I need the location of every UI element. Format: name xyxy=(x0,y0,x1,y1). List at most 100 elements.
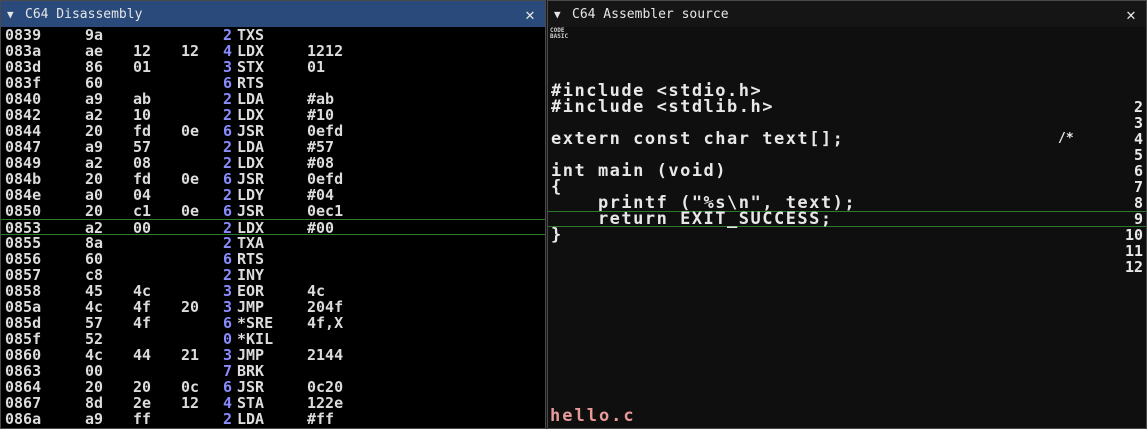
disassembly-titlebar[interactable]: ▼ C64 Disassembly ✕ xyxy=(1,1,545,27)
byte-2: fd xyxy=(133,122,152,140)
byte-2: ab xyxy=(133,90,152,108)
byte-1: 57 xyxy=(85,314,104,332)
operand: #57 xyxy=(307,138,335,156)
byte-1: a9 xyxy=(85,410,104,428)
source-line[interactable]: int main (void) 6 xyxy=(548,161,1146,181)
cycle-count: 2 xyxy=(223,90,233,108)
line-number: 8 xyxy=(1133,194,1143,212)
source-line[interactable]: 11 xyxy=(548,243,1146,259)
byte-2: 4f xyxy=(133,314,152,332)
address: 0847 xyxy=(5,138,42,156)
disassembly-row[interactable]: 0864 20 20 0c 6 JSR 0c20 xyxy=(1,379,545,395)
line-number: 3 xyxy=(1133,114,1143,132)
byte-3: 12 xyxy=(181,394,200,412)
mnemonic: EOR xyxy=(237,282,265,300)
source-line[interactable]: } 10 xyxy=(548,225,1146,245)
address: 0856 xyxy=(5,250,42,268)
disassembly-row[interactable]: 085f 52 0 *KIL xyxy=(1,331,545,347)
mnemonic: TXA xyxy=(237,234,265,252)
byte-2: ff xyxy=(133,410,152,428)
disassembly-row[interactable]: 0863 00 7 BRK xyxy=(1,363,545,379)
byte-1: 9a xyxy=(85,27,104,44)
mnemonic: RTS xyxy=(237,250,265,268)
disassembly-window: ▼ C64 Disassembly ✕ 0839 9a 2 TXS 083a ae 12 12… xyxy=(0,0,546,429)
disassembly-listing[interactable]: 0839 9a 2 TXS 083a ae 12 12 4 LDX 1212 083d 86 01 3 STX… xyxy=(1,27,545,428)
source-line-text: int main (void) xyxy=(551,161,728,181)
source-editor[interactable]: CODE BASIC hello.c #include <stdio.h> #in… xyxy=(548,27,1146,428)
disassembly-row-selected[interactable]: 0853 a2 00 2 LDX #00 xyxy=(1,219,545,236)
disassembly-row[interactable]: 0860 4c 44 21 3 JMP 2144 xyxy=(1,347,545,363)
disassembly-row[interactable]: 0850 20 c1 0e 6 JSR 0ec1 xyxy=(1,203,545,219)
mnemonic: LDX xyxy=(237,154,265,172)
disassembly-row[interactable]: 084e a0 04 2 LDY #04 xyxy=(1,187,545,203)
source-line-text: } xyxy=(551,225,563,245)
mode-labels: CODE BASIC xyxy=(550,28,568,40)
byte-2: 20 xyxy=(133,378,152,396)
byte-1: 4c xyxy=(85,298,104,316)
byte-3: 0e xyxy=(181,122,200,140)
address: 084b xyxy=(5,170,42,188)
cycle-count: 3 xyxy=(223,298,233,316)
collapse-triangle-icon[interactable]: ▼ xyxy=(554,8,572,21)
cycle-count: 7 xyxy=(223,362,233,380)
disassembly-row[interactable]: 083d 86 01 3 STX 01 xyxy=(1,59,545,75)
disassembly-row[interactable]: 0840 a9 ab 2 LDA #ab xyxy=(1,91,545,107)
source-line[interactable]: #include <stdlib.h> 2 xyxy=(548,99,1146,116)
window-title: C64 Assembler source xyxy=(572,6,729,22)
cycle-count: 6 xyxy=(223,250,233,268)
address: 083f xyxy=(5,74,42,92)
assembler-titlebar[interactable]: ▼ C64 Assembler source ✕ xyxy=(548,1,1146,27)
disassembly-row[interactable]: 0856 60 6 RTS xyxy=(1,251,545,267)
disassembly-row[interactable]: 083f 60 6 RTS xyxy=(1,75,545,91)
byte-1: 86 xyxy=(85,58,104,76)
byte-1: 8a xyxy=(85,234,104,252)
address: 085f xyxy=(5,330,42,348)
address: 0839 xyxy=(5,27,42,44)
disassembly-row[interactable]: 0849 a2 08 2 LDX #08 xyxy=(1,155,545,171)
line-number: 12 xyxy=(1124,258,1143,276)
line-number: 9 xyxy=(1133,210,1143,228)
byte-2: 10 xyxy=(133,106,152,124)
operand: 0efd xyxy=(307,170,344,188)
disassembly-row[interactable]: 0844 20 fd 0e 6 JSR 0efd xyxy=(1,123,545,139)
address: 0864 xyxy=(5,378,42,396)
collapse-triangle-icon[interactable]: ▼ xyxy=(7,8,25,21)
byte-3: 0c xyxy=(181,378,200,396)
byte-2: 57 xyxy=(133,138,152,156)
disassembly-row[interactable]: 0857 c8 2 INY xyxy=(1,267,545,283)
operand: 0c20 xyxy=(307,378,344,396)
operand: 01 xyxy=(307,58,326,76)
close-icon[interactable]: ✕ xyxy=(521,5,539,24)
byte-2: 04 xyxy=(133,186,152,204)
operand: 4c xyxy=(307,282,326,300)
disassembly-row[interactable]: 0839 9a 2 TXS xyxy=(1,27,545,43)
disassembly-row[interactable]: 0847 a9 57 2 LDA #57 xyxy=(1,139,545,155)
disassembly-row[interactable]: 0842 a2 10 2 LDX #10 xyxy=(1,107,545,123)
mode-label-basic: BASIC xyxy=(550,33,569,40)
disassembly-row[interactable]: 086a a9 ff 2 LDA #ff xyxy=(1,411,545,427)
source-line[interactable]: 12 xyxy=(548,259,1146,275)
address: 0844 xyxy=(5,122,42,140)
mnemonic: JMP xyxy=(237,346,265,364)
byte-3: 21 xyxy=(181,346,200,364)
source-line[interactable]: extern const char text[]; 4 /* xyxy=(548,131,1146,148)
address: 0858 xyxy=(5,282,42,300)
cycle-count: 2 xyxy=(223,186,233,204)
disassembly-row[interactable]: 0855 8a 2 TXA xyxy=(1,235,545,251)
source-line[interactable]: return EXIT_SUCCESS; 9 xyxy=(548,210,1146,228)
disassembly-row[interactable]: 0858 45 4c 3 EOR 4c xyxy=(1,283,545,299)
close-icon[interactable]: ✕ xyxy=(1122,5,1140,24)
address: 086a xyxy=(5,410,42,428)
operand: 0efd xyxy=(307,122,344,140)
disassembly-row[interactable]: 083a ae 12 12 4 LDX 1212 xyxy=(1,43,545,59)
disassembly-row[interactable]: 0867 8d 2e 12 4 STA 122e xyxy=(1,395,545,411)
byte-3: 12 xyxy=(181,42,200,60)
disassembly-row[interactable]: 084b 20 fd 0e 6 JSR 0efd xyxy=(1,171,545,187)
operand: 0ec1 xyxy=(307,202,344,220)
byte-1: a0 xyxy=(85,186,104,204)
byte-2: 08 xyxy=(133,154,152,172)
mnemonic: LDX xyxy=(237,106,265,124)
byte-1: 20 xyxy=(85,378,104,396)
disassembly-row[interactable]: 085d 57 4f 6 *SRE 4f,X xyxy=(1,315,545,331)
disassembly-row[interactable]: 085a 4c 4f 20 3 JMP 204f xyxy=(1,299,545,315)
